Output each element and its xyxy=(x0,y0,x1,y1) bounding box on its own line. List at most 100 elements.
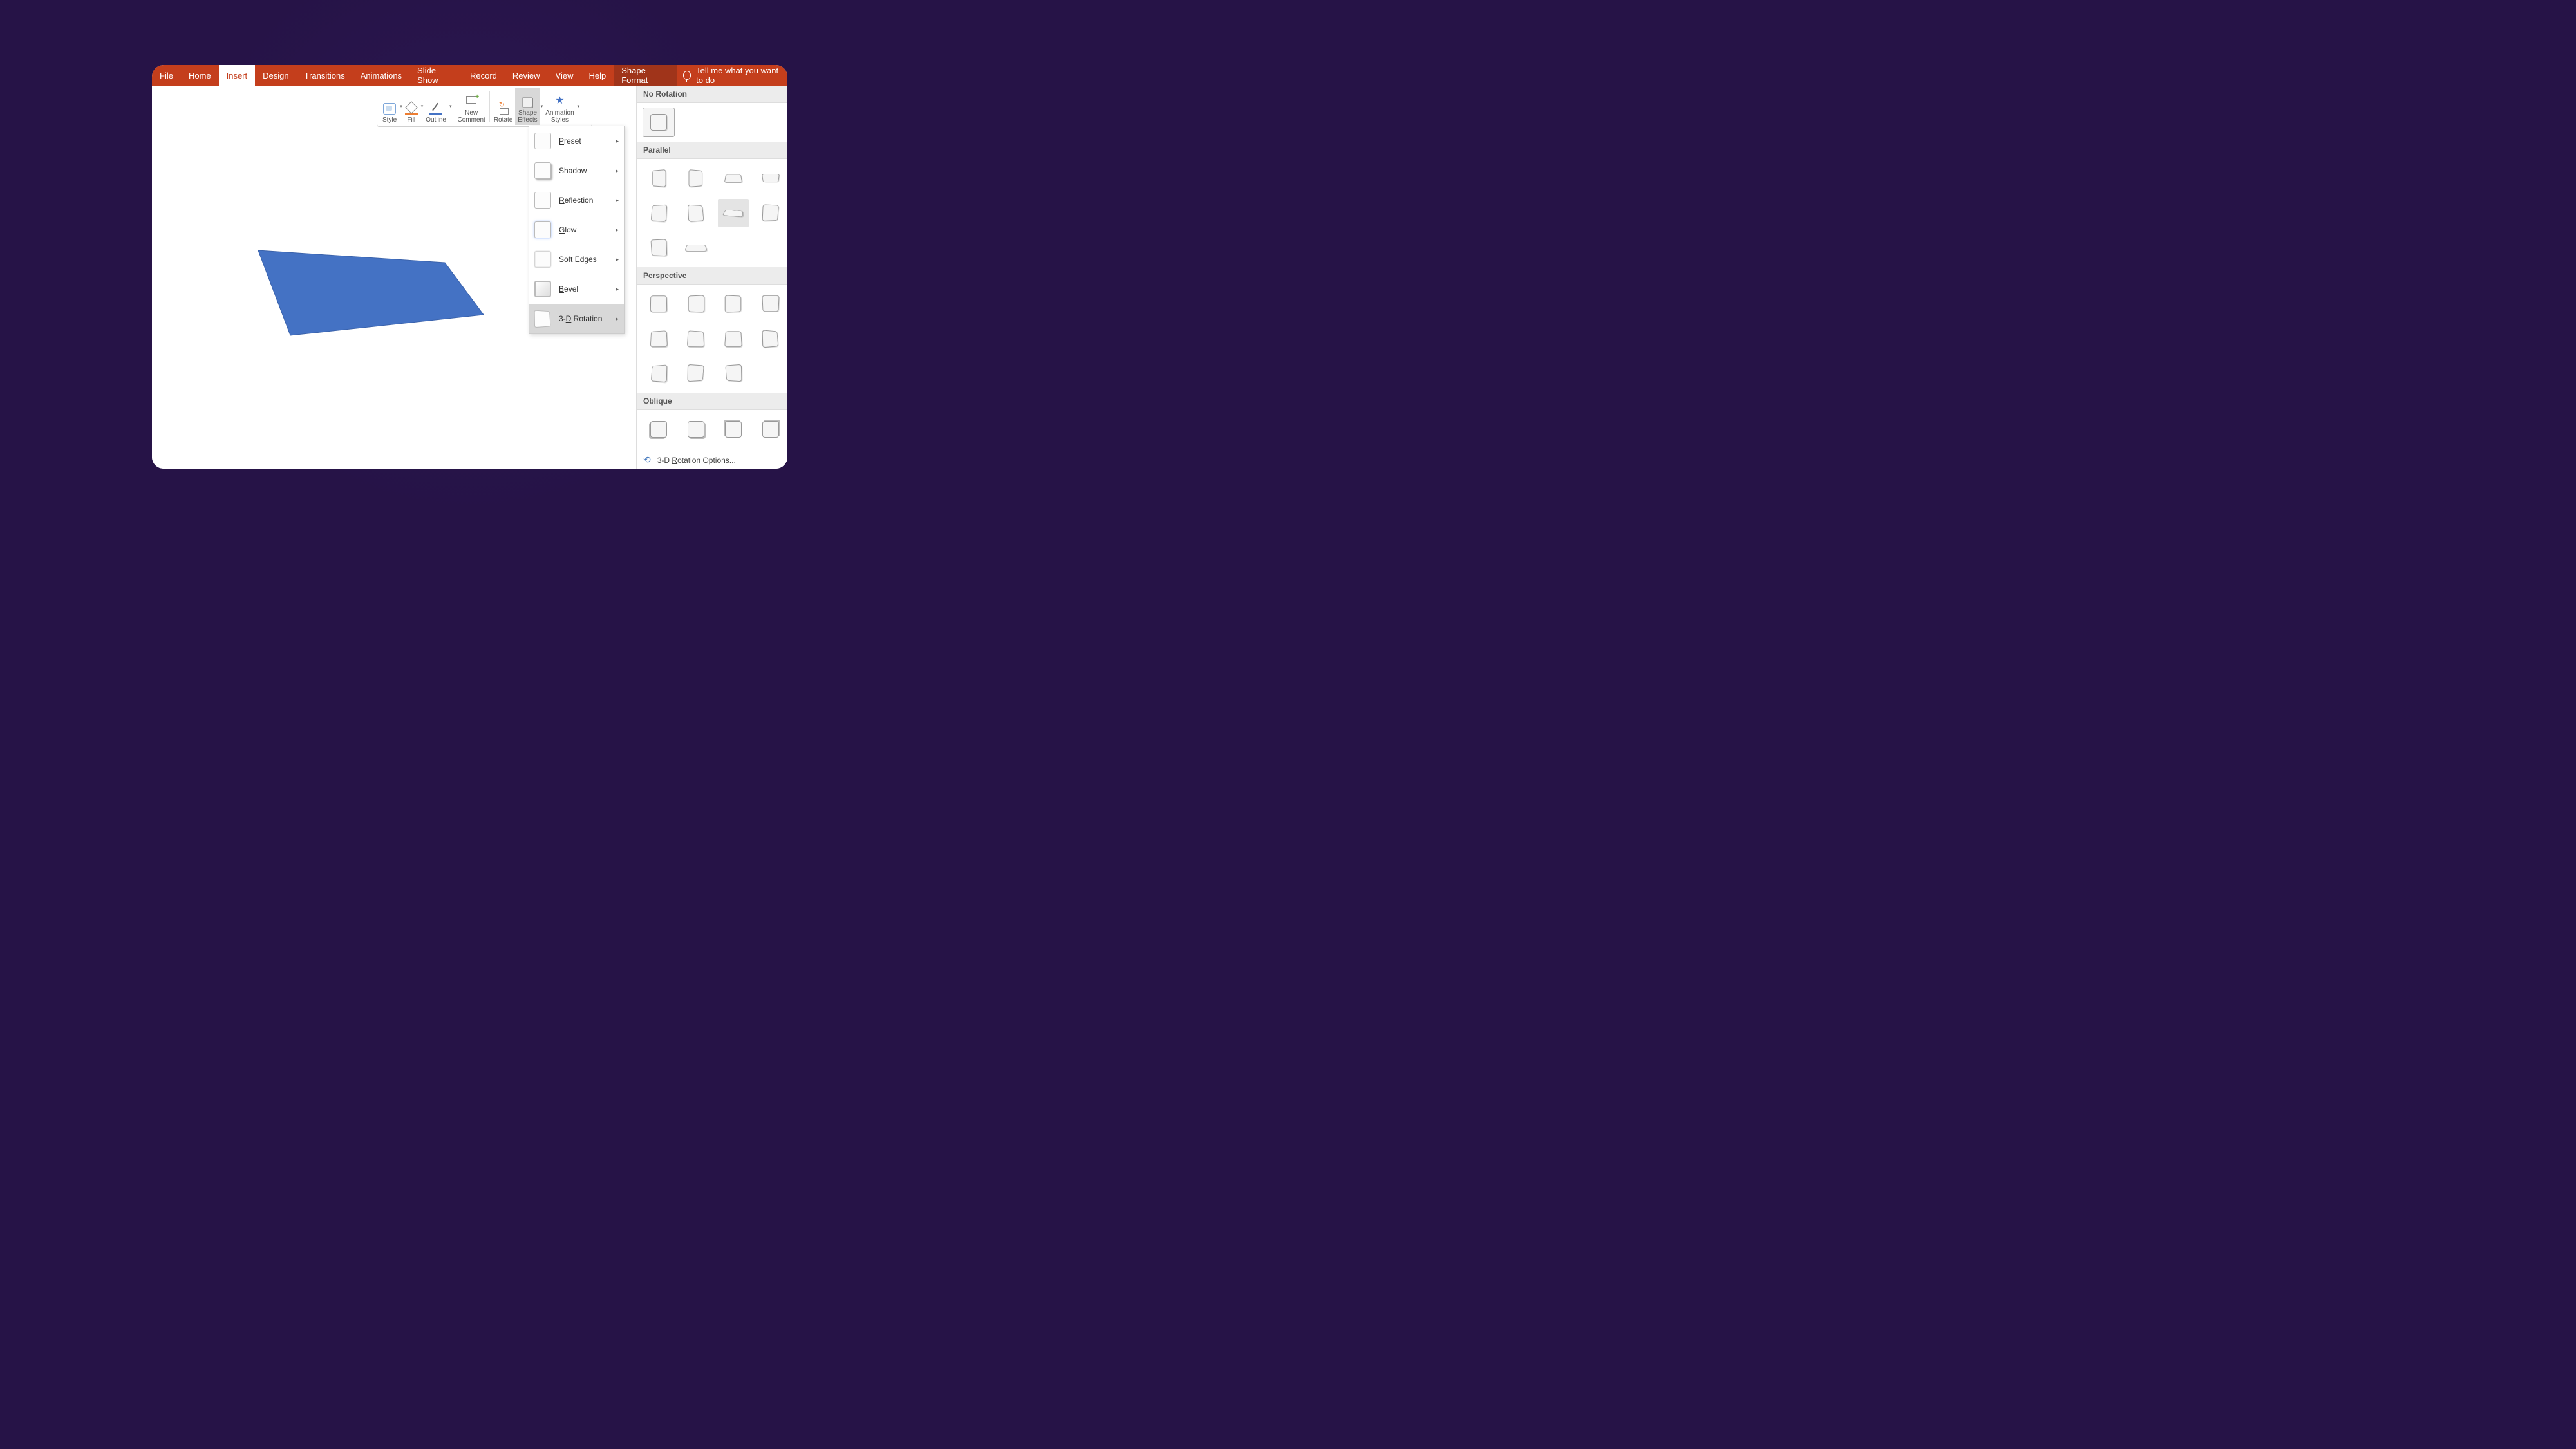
chevron-down-icon[interactable]: ▾ xyxy=(449,104,452,109)
glow-label: Glow xyxy=(559,225,576,234)
star-icon: ★ xyxy=(553,96,566,108)
style-label: Style xyxy=(382,117,397,124)
outline-label: Outline xyxy=(426,117,446,124)
bevel-label: Bevel xyxy=(559,285,578,294)
rotation-gallery-panel: No Rotation Parallel Perspective xyxy=(636,86,787,469)
tab-record[interactable]: Record xyxy=(462,65,505,86)
preset-perspective-4[interactable] xyxy=(755,290,786,318)
tab-insert[interactable]: Insert xyxy=(219,65,256,86)
menu-item-preset[interactable]: Preset ▸ xyxy=(529,126,624,156)
shape-effects-button[interactable]: Shape Effects xyxy=(515,88,540,125)
tab-home[interactable]: Home xyxy=(181,65,219,86)
tab-file[interactable]: File xyxy=(152,65,181,86)
preset-label: Preset xyxy=(559,136,581,145)
rotate-button[interactable]: Rotate xyxy=(491,88,515,125)
preset-parallel-1[interactable] xyxy=(643,164,674,192)
fill-label: Fill xyxy=(407,117,415,124)
preset-parallel-10[interactable] xyxy=(681,234,711,262)
preset-perspective-1[interactable] xyxy=(643,290,674,318)
preset-parallel-8[interactable] xyxy=(755,199,786,227)
new-comment-button[interactable]: New Comment xyxy=(455,88,487,125)
tell-me-search[interactable]: Tell me what you want to do xyxy=(677,65,787,86)
preset-parallel-9[interactable] xyxy=(643,234,674,262)
shape-effects-icon xyxy=(522,97,532,108)
menu-item-soft-edges[interactable]: Soft Edges ▸ xyxy=(529,245,624,274)
preset-perspective-5[interactable] xyxy=(643,324,674,353)
preset-perspective-11[interactable] xyxy=(718,359,749,388)
preset-no-rotation[interactable] xyxy=(643,108,674,136)
animation-styles-label: Animation Styles xyxy=(545,109,574,124)
tab-design[interactable]: Design xyxy=(255,65,296,86)
tab-transitions[interactable]: Transitions xyxy=(297,65,353,86)
menu-item-glow[interactable]: Glow ▸ xyxy=(529,215,624,245)
tab-review[interactable]: Review xyxy=(505,65,548,86)
floating-toolbar: Style ▾ Fill ▾ Outline ▾ New Comment Rot… xyxy=(377,86,592,127)
tab-view[interactable]: View xyxy=(548,65,581,86)
chevron-right-icon: ▸ xyxy=(616,138,619,145)
rotated-shape[interactable] xyxy=(207,250,490,347)
outline-button[interactable]: Outline xyxy=(423,88,449,125)
preset-oblique-3[interactable] xyxy=(718,415,749,444)
format-shape-icon: ⟲ xyxy=(643,454,651,465)
preset-perspective-10[interactable] xyxy=(681,359,711,388)
shadow-preview-icon xyxy=(534,162,551,179)
outline-icon xyxy=(429,103,442,115)
preset-oblique-2[interactable] xyxy=(681,415,711,444)
animation-styles-button[interactable]: ★ Animation Styles xyxy=(543,88,576,125)
tab-help[interactable]: Help xyxy=(581,65,614,86)
fill-button[interactable]: Fill xyxy=(402,88,420,125)
chevron-right-icon: ▸ xyxy=(616,256,619,263)
preset-parallel-7[interactable] xyxy=(718,199,749,227)
preset-parallel-3[interactable] xyxy=(718,164,749,192)
style-icon xyxy=(383,103,396,115)
ribbon-tabs: File Home Insert Design Transitions Anim… xyxy=(152,65,787,86)
lightbulb-icon xyxy=(683,71,691,80)
menu-item-bevel[interactable]: Bevel ▸ xyxy=(529,274,624,304)
section-parallel: Parallel xyxy=(637,142,787,159)
chevron-right-icon: ▸ xyxy=(616,167,619,174)
rotate-label: Rotate xyxy=(494,117,512,124)
soft-edges-preview-icon xyxy=(534,251,551,268)
bevel-preview-icon xyxy=(534,281,551,297)
preset-parallel-6[interactable] xyxy=(681,199,711,227)
shape-effects-menu: Preset ▸ Shadow ▸ Reflection ▸ Glow ▸ So… xyxy=(529,126,625,334)
comment-icon xyxy=(465,96,478,108)
toolbar-divider xyxy=(489,91,490,122)
new-comment-label: New Comment xyxy=(457,109,485,124)
preset-perspective-3[interactable] xyxy=(718,290,749,318)
preset-oblique-1[interactable] xyxy=(643,415,674,444)
chevron-right-icon: ▸ xyxy=(616,197,619,204)
tab-shape-format[interactable]: Shape Format xyxy=(614,65,676,86)
rotation-options-label: 3-D Rotation Options... xyxy=(657,456,736,465)
menu-item-reflection[interactable]: Reflection ▸ xyxy=(529,185,624,215)
preset-parallel-2[interactable] xyxy=(681,164,711,192)
preset-perspective-2[interactable] xyxy=(681,290,711,318)
soft-edges-label: Soft Edges xyxy=(559,255,597,264)
preset-oblique-4[interactable] xyxy=(755,415,786,444)
preset-parallel-5[interactable] xyxy=(643,199,674,227)
preset-perspective-9[interactable] xyxy=(643,359,674,388)
glow-preview-icon xyxy=(534,221,551,238)
preset-perspective-7[interactable] xyxy=(718,324,749,353)
shape-effects-label: Shape Effects xyxy=(518,109,537,124)
rotation-label: 3-D Rotation xyxy=(559,314,602,323)
menu-item-shadow[interactable]: Shadow ▸ xyxy=(529,156,624,185)
rotation-options-button[interactable]: ⟲ 3-D Rotation Options... xyxy=(637,449,787,469)
section-perspective: Perspective xyxy=(637,267,787,285)
style-button[interactable]: Style xyxy=(380,88,399,125)
shadow-label: Shadow xyxy=(559,166,587,175)
preset-perspective-8[interactable] xyxy=(755,324,786,353)
chevron-right-icon: ▸ xyxy=(616,286,619,293)
section-oblique: Oblique xyxy=(637,393,787,410)
preset-perspective-6[interactable] xyxy=(681,324,711,353)
slide-canvas[interactable]: Style ▾ Fill ▾ Outline ▾ New Comment Rot… xyxy=(152,86,787,469)
chevron-right-icon: ▸ xyxy=(616,227,619,234)
menu-item-3d-rotation[interactable]: 3-D Rotation ▸ xyxy=(529,304,624,333)
fill-icon xyxy=(405,103,418,115)
reflection-label: Reflection xyxy=(559,196,593,205)
tab-slide-show[interactable]: Slide Show xyxy=(409,65,462,86)
preset-parallel-4[interactable] xyxy=(755,164,786,192)
search-placeholder: Tell me what you want to do xyxy=(696,66,787,85)
chevron-down-icon[interactable]: ▾ xyxy=(578,104,580,109)
tab-animations[interactable]: Animations xyxy=(353,65,409,86)
